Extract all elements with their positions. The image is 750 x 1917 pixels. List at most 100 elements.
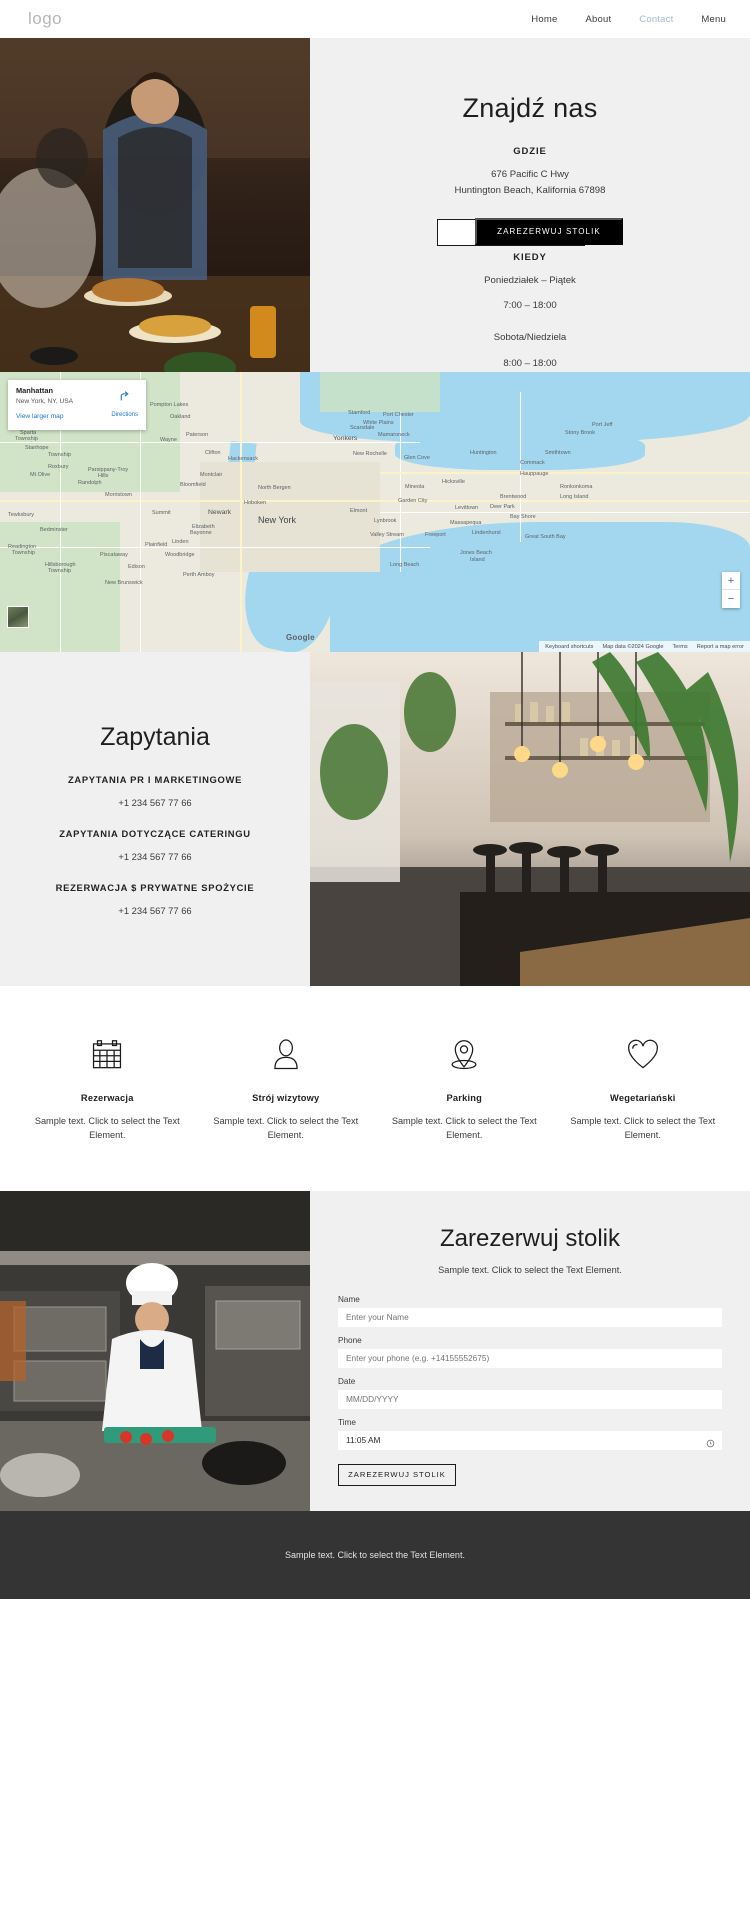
- map-streetview-thumbnail[interactable]: [7, 606, 29, 628]
- nav-item-home[interactable]: Home: [531, 14, 557, 25]
- time-field-wrapper: [338, 1430, 722, 1453]
- zoom-out-button[interactable]: −: [722, 590, 740, 608]
- map-place-label: Hicksville: [442, 479, 465, 485]
- booking-form: Zarezerwuj stolik Sample text. Click to …: [310, 1190, 750, 1511]
- nav-item-about[interactable]: About: [585, 14, 611, 25]
- map-place-label: Stamford: [348, 410, 371, 416]
- inquiry-heading-private: REZERWACJA $ PRYWATNE SPOŻYCIE: [55, 881, 255, 893]
- inquiries-photo-bar-interior: [310, 652, 750, 986]
- site-footer: Sample text. Click to select the Text El…: [0, 1510, 750, 1599]
- time-field-label: Time: [338, 1417, 356, 1427]
- map-place-label: Hauppauge: [520, 471, 549, 477]
- map-place-label: Tewksbury: [8, 512, 34, 518]
- map-place-label: Island: [470, 557, 485, 563]
- feature-vegetarian: Wegetariański Sample text. Click to sele…: [554, 1031, 733, 1143]
- inquiry-heading-catering: ZAPYTANIA DOTYCZĄCE CATERINGU: [59, 827, 251, 839]
- map-place-label: Huntington: [470, 450, 497, 456]
- map-place-label: New Rochelle: [353, 451, 387, 457]
- feature-name-reservation: Rezerwacja: [80, 1093, 134, 1103]
- feature-name-vegetarian: Wegetariański: [610, 1093, 676, 1103]
- map-place-label: Edison: [128, 564, 145, 570]
- map-place-label: Lindenhurst: [472, 530, 501, 536]
- name-field-label: Name: [338, 1294, 360, 1304]
- map-attribution-bar: Keyboard shortcuts Map data ©2024 Google…: [539, 641, 750, 652]
- map-place-label: Newark: [208, 509, 232, 516]
- map-place-label: Plainfield: [145, 542, 168, 548]
- map-place-label: Wayne: [160, 437, 177, 443]
- inquiry-phone-catering[interactable]: +1 234 567 77 66: [118, 851, 191, 862]
- view-larger-map-link[interactable]: View larger map: [16, 413, 64, 420]
- map-road-a: [0, 442, 420, 443]
- map-place-label: Hills: [98, 473, 109, 479]
- booking-title: Zarezerwuj stolik: [439, 1224, 621, 1252]
- map-road-i80: [0, 500, 750, 502]
- map-place-label: Paterson: [186, 432, 209, 438]
- report-map-error-link[interactable]: Report a map error: [697, 644, 744, 650]
- map-section[interactable]: New York Yonkers Newark Paterson New Rochell…: [0, 372, 750, 652]
- feature-dress-code: Strój wizytowy Sample text. Click to sel…: [197, 1031, 376, 1143]
- map-place-label: Bloomfield: [180, 482, 206, 488]
- map-place-label: Ronkonkoma: [560, 484, 593, 490]
- map-place-label: New Brunswick: [105, 580, 143, 586]
- feature-name-dress-code: Strój wizytowy: [252, 1093, 320, 1103]
- inquiry-phone-pr[interactable]: +1 234 567 77 66: [118, 797, 191, 808]
- hero-info-panel: Znajdź nas GDZIE 676 Pacific C Hwy Hunti…: [310, 38, 750, 372]
- map-road-i495: [380, 472, 750, 474]
- address-line-2: Huntington Beach, Kalifornia 67898: [454, 185, 606, 197]
- map-place-label: Glen Cove: [404, 455, 430, 461]
- weekday-days: Poniedziałek – Piątek: [484, 274, 576, 286]
- nav-item-contact[interactable]: Contact: [639, 14, 673, 25]
- map-place-label: Montclair: [200, 472, 223, 478]
- inquiries-panel: Zapytania ZAPYTANIA PR I MARKETINGOWE +1…: [0, 652, 310, 986]
- hero-photo-restaurant-server: [0, 38, 310, 372]
- map-place-label: Great South Bay: [525, 534, 566, 540]
- map-place-label: Long Island: [560, 494, 589, 500]
- inquiries-section: Zapytania ZAPYTANIA PR I MARKETINGOWE +1…: [0, 652, 750, 986]
- name-input[interactable]: [338, 1307, 722, 1327]
- calendar-icon: [28, 1031, 187, 1079]
- map-place-label: Port Jeff: [592, 422, 613, 428]
- phone-field-label: Phone: [338, 1335, 362, 1345]
- map-place-label: Freeport: [425, 532, 446, 538]
- inquiry-phone-private[interactable]: +1 234 567 77 66: [118, 905, 191, 916]
- map-place-label: Clifton: [205, 450, 221, 456]
- weekend-days: Sobota/Niedziela: [493, 332, 567, 344]
- hero-button-group: ZOBACZ ZAREZERWUJ STOLIK: [437, 217, 623, 246]
- map-info-card[interactable]: Manhattan New York, NY, USA View larger …: [8, 380, 146, 430]
- time-input[interactable]: [338, 1430, 722, 1450]
- submit-reservation-button[interactable]: ZAREZERWUJ STOLIK: [338, 1463, 456, 1486]
- map-zoom-controls[interactable]: + −: [722, 572, 740, 608]
- map-place-label: Scarsdale: [350, 425, 375, 431]
- page-title: Znajdź nas: [462, 93, 598, 123]
- directions-label: Directions: [111, 412, 138, 418]
- map-place-label: Yonkers: [333, 435, 358, 442]
- footer-text: Sample text. Click to select the Text El…: [285, 1549, 465, 1560]
- map-place-label: Levittown: [455, 505, 479, 511]
- feature-desc-dress-code: Sample text. Click to select the Text El…: [213, 1116, 359, 1141]
- keyboard-shortcuts-link[interactable]: Keyboard shortcuts: [545, 644, 593, 650]
- address-line-1: 676 Pacific C Hwy: [491, 169, 569, 180]
- map-place-label: Mineola: [405, 484, 425, 490]
- directions-button[interactable]: Directions: [111, 389, 138, 421]
- when-label: KIEDY: [513, 251, 547, 263]
- nav-item-menu[interactable]: Menu: [701, 14, 726, 25]
- map-place-label: Lynbrook: [374, 518, 397, 524]
- zoom-in-button[interactable]: +: [722, 572, 740, 590]
- date-input[interactable]: [338, 1389, 722, 1409]
- reserve-table-button[interactable]: ZAREZERWUJ STOLIK: [475, 217, 623, 245]
- logo[interactable]: logo: [28, 9, 62, 29]
- map-place-label: Piscataway: [100, 552, 128, 558]
- heart-icon: [564, 1031, 723, 1079]
- terms-link[interactable]: Terms: [673, 644, 688, 650]
- weekday-hours: 7:00 – 18:00: [503, 300, 557, 312]
- booking-photo-chef-kitchen: [0, 1190, 310, 1511]
- feature-desc-vegetarian: Sample text. Click to select the Text El…: [570, 1116, 716, 1141]
- map-place-label: Township: [12, 550, 35, 556]
- map-pin-icon: [385, 1031, 544, 1079]
- map-place-label: North Bergen: [258, 485, 291, 491]
- clock-icon[interactable]: [706, 1435, 715, 1453]
- map-place-label: Township: [48, 568, 71, 574]
- map-place-label: Long Beach: [390, 562, 420, 568]
- phone-input[interactable]: [338, 1348, 722, 1368]
- map-place-label: Deer Park: [490, 504, 515, 510]
